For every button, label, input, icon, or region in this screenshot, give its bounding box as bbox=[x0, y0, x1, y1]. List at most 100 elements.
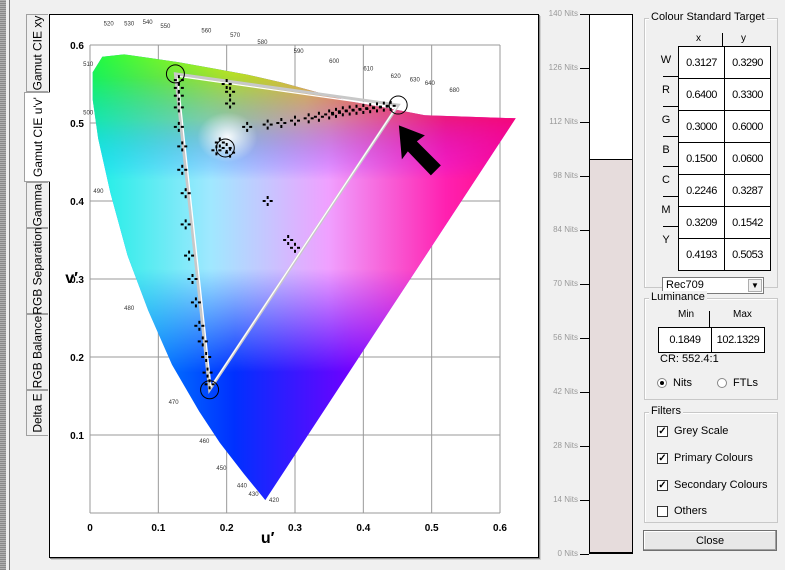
luminance-table: 0.1849 102.1329 bbox=[658, 327, 765, 353]
row-label: G bbox=[661, 114, 671, 126]
row-label: C bbox=[662, 174, 670, 186]
filter-others[interactable]: Others bbox=[657, 505, 707, 517]
wavelength-label: 640 bbox=[425, 81, 436, 87]
col-label-x: x bbox=[696, 33, 701, 44]
target-w-x: 0.3127 bbox=[678, 46, 725, 79]
nits-tick-label: 84 Nits bbox=[553, 225, 578, 234]
wavelength-label: 420 bbox=[269, 498, 280, 504]
checkbox-label: Secondary Colours bbox=[674, 479, 768, 491]
row-label: W bbox=[660, 54, 672, 66]
table-row: 0.3127 0.3290 bbox=[678, 46, 771, 79]
radio-nits[interactable]: Nits bbox=[657, 377, 692, 389]
wavelength-label: 530 bbox=[124, 22, 135, 28]
tab-label: RGB Balance bbox=[30, 315, 45, 389]
wavelength-label: 600 bbox=[329, 59, 340, 65]
window-edge bbox=[0, 0, 6, 570]
nits-tick-label: 42 Nits bbox=[553, 387, 578, 396]
nits-tick-label: 140 Nits bbox=[548, 9, 578, 18]
target-g-x: 0.3000 bbox=[678, 110, 725, 143]
target-c-x: 0.2246 bbox=[678, 174, 725, 207]
luminance-bar bbox=[589, 14, 633, 554]
nits-tick bbox=[580, 392, 589, 393]
x-tick-label: 0.5 bbox=[425, 523, 439, 534]
checkbox[interactable]: ✓ bbox=[657, 452, 668, 464]
radio-dot[interactable] bbox=[717, 378, 727, 388]
y-tick-label: 0.6 bbox=[70, 41, 84, 52]
chart-frame: 420 430 440 450 460 470 480 490 500 510 520 530 540 5… bbox=[49, 14, 539, 558]
tab-label: Gamut CIE xy bbox=[30, 15, 45, 91]
y-tick-label: 0.2 bbox=[70, 353, 84, 364]
chevron-down-icon[interactable]: ▼ bbox=[748, 279, 762, 292]
tab-gamut-cie-xy[interactable]: Gamut CIE xy bbox=[26, 14, 48, 92]
tab-gamma[interactable]: Gamma bbox=[26, 182, 48, 228]
table-row: 0.6400 0.3300 bbox=[678, 78, 771, 111]
wavelength-label: 440 bbox=[237, 483, 248, 489]
close-button[interactable]: Close bbox=[643, 530, 777, 551]
locus-fill-mid bbox=[92, 76, 516, 373]
tab-delta-e[interactable]: Delta E bbox=[26, 390, 48, 436]
checkbox[interactable]: ✓ bbox=[657, 479, 668, 491]
wavelength-label: 490 bbox=[93, 189, 104, 195]
contrast-ratio: CR: 552.4:1 bbox=[660, 353, 719, 365]
tab-label: Gamma bbox=[30, 183, 45, 227]
nits-tick-label: 0 Nits bbox=[557, 549, 578, 558]
checkbox-label: Grey Scale bbox=[674, 425, 729, 437]
filter-secondary-colours[interactable]: ✓ Secondary Colours bbox=[657, 479, 768, 491]
y-axis-label: v′ bbox=[65, 270, 78, 287]
checkbox-label: Primary Colours bbox=[674, 452, 753, 464]
wavelength-label: 680 bbox=[449, 88, 460, 94]
luminance-max-value: 102.1329 bbox=[711, 327, 765, 353]
wavelength-label: 560 bbox=[201, 29, 212, 35]
target-y-y: 0.5053 bbox=[724, 238, 771, 271]
filters-group: Filters ✓ Grey Scale ✓ Primary Colours ✓… bbox=[644, 405, 778, 523]
group-title: Colour Standard Target bbox=[649, 11, 767, 23]
row-tick bbox=[663, 76, 678, 77]
col-label-y: y bbox=[741, 33, 746, 44]
y-tick-label: 0.1 bbox=[70, 431, 84, 442]
group-title: Filters bbox=[649, 405, 683, 417]
nits-tick bbox=[580, 230, 589, 231]
nits-tick-label: 14 Nits bbox=[553, 495, 578, 504]
nits-tick-label: 56 Nits bbox=[553, 333, 578, 342]
tab-label: Delta E bbox=[30, 393, 45, 433]
wavelength-label: 550 bbox=[160, 24, 171, 30]
nits-tick bbox=[580, 284, 589, 285]
radio-dot[interactable] bbox=[657, 378, 667, 388]
nits-tick-label: 112 Nits bbox=[549, 117, 578, 126]
row-label: R bbox=[662, 84, 670, 96]
row-label: B bbox=[662, 144, 670, 156]
target-m-y: 0.1542 bbox=[724, 206, 771, 239]
standard-select-value: Rec709 bbox=[666, 279, 704, 291]
wavelength-label: 580 bbox=[257, 40, 268, 46]
nits-tick bbox=[580, 122, 589, 123]
row-label: M bbox=[661, 204, 671, 216]
col-divider bbox=[722, 33, 723, 46]
nits-tick bbox=[580, 500, 589, 501]
tab-gamut-cie-uv[interactable]: Gamut CIE u'v' bbox=[24, 92, 50, 182]
row-tick bbox=[663, 106, 678, 107]
luminance-bar-fill bbox=[590, 159, 632, 552]
luminance-min-label: Min bbox=[678, 309, 695, 320]
filter-grey-scale[interactable]: ✓ Grey Scale bbox=[657, 425, 728, 437]
filter-primary-colours[interactable]: ✓ Primary Colours bbox=[657, 452, 753, 464]
wavelength-label: 470 bbox=[169, 400, 180, 406]
nits-tick bbox=[580, 446, 589, 447]
row-tick bbox=[663, 226, 678, 227]
tab-rgb-separation[interactable]: RGB Separation bbox=[26, 227, 48, 315]
nits-tick bbox=[580, 338, 589, 339]
target-r-x: 0.6400 bbox=[678, 78, 725, 111]
luminance-group: Luminance Min Max 0.1849 102.1329 CR: 55… bbox=[644, 291, 778, 400]
nits-tick bbox=[580, 68, 589, 69]
checkbox[interactable]: ✓ bbox=[657, 425, 668, 437]
wavelength-label: 430 bbox=[249, 492, 260, 498]
row-label: Y bbox=[662, 234, 670, 246]
row-tick bbox=[663, 166, 678, 167]
tab-rgb-balance[interactable]: RGB Balance bbox=[26, 314, 48, 390]
wavelength-label: 480 bbox=[124, 306, 135, 312]
luminance-min-value: 0.1849 bbox=[658, 327, 712, 353]
wavelength-label: 450 bbox=[216, 466, 227, 472]
radio-ftls[interactable]: FTLs bbox=[717, 377, 758, 389]
checkbox[interactable] bbox=[657, 505, 668, 517]
x-tick-label: 0.3 bbox=[288, 523, 302, 534]
target-c-y: 0.3287 bbox=[724, 174, 771, 207]
